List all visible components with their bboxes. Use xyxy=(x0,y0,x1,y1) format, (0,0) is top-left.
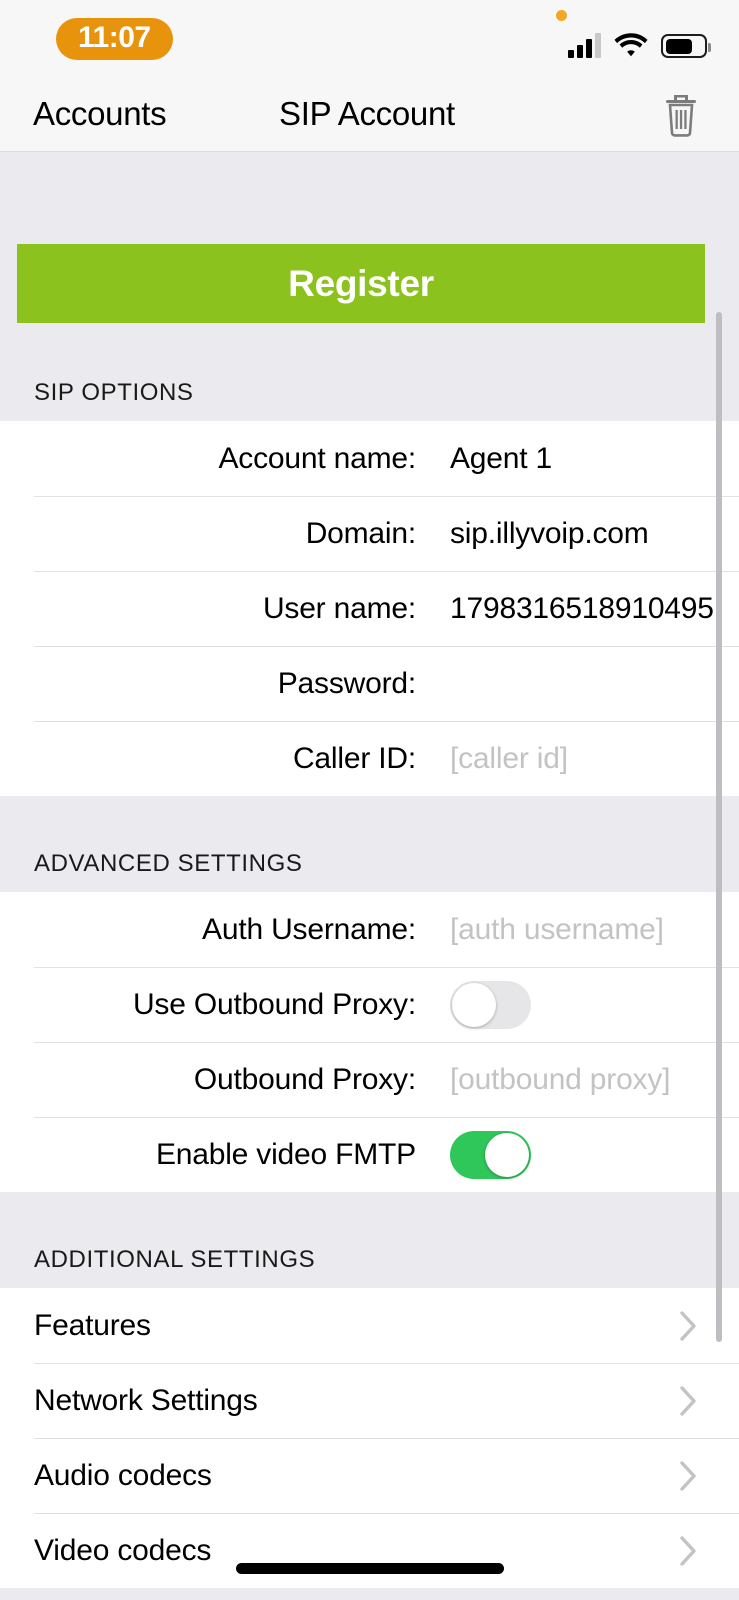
label-caller-id: Caller ID: xyxy=(292,741,416,775)
toggle-enable-video-fmtp[interactable] xyxy=(450,1130,531,1179)
home-indicator xyxy=(235,1563,504,1574)
row-domain[interactable]: Domain: sip.illyvoip.com xyxy=(0,496,739,571)
row-password[interactable]: Password: xyxy=(0,646,739,721)
label-password: Password: xyxy=(277,666,416,700)
status-icons xyxy=(568,14,711,58)
value-user-name[interactable]: 1798316518910495 xyxy=(416,592,739,626)
cellular-signal-icon xyxy=(568,32,601,58)
chevron-right-icon xyxy=(680,1535,697,1566)
label-outbound-proxy: Outbound Proxy: xyxy=(193,1062,416,1096)
register-button[interactable]: Register xyxy=(17,244,705,323)
label-domain: Domain: xyxy=(305,516,417,550)
label-enable-video-fmtp: Enable video FMTP xyxy=(155,1137,416,1171)
label-features: Features xyxy=(34,1308,151,1342)
label-user-name: User name: xyxy=(262,591,416,625)
label-video-codecs: Video codecs xyxy=(34,1533,212,1567)
status-bar: 11:07 xyxy=(0,0,739,76)
navigation-bar: Accounts SIP Account xyxy=(0,76,739,152)
toggle-use-outbound-proxy[interactable] xyxy=(450,980,531,1029)
row-user-name[interactable]: User name: 1798316518910495 xyxy=(0,571,739,646)
chevron-right-icon xyxy=(680,1385,697,1416)
label-account-name: Account name: xyxy=(218,441,416,475)
wifi-icon xyxy=(614,32,648,58)
chevron-right-icon xyxy=(680,1460,697,1491)
row-enable-video-fmtp[interactable]: Enable video FMTP xyxy=(0,1117,739,1192)
recording-indicator-dot xyxy=(556,10,567,21)
value-account-name[interactable]: Agent 1 xyxy=(416,442,739,476)
value-domain[interactable]: sip.illyvoip.com xyxy=(416,517,739,551)
value-caller-id[interactable]: [caller id] xyxy=(416,742,739,776)
row-account-name[interactable]: Account name: Agent 1 xyxy=(0,421,739,496)
section-header-advanced-settings: ADVANCED SETTINGS xyxy=(0,796,739,892)
label-use-outbound-proxy: Use Outbound Proxy: xyxy=(132,987,416,1021)
section-advanced-settings: Auth Username: [auth username] Use Outbo… xyxy=(0,892,739,1192)
label-auth-username: Auth Username: xyxy=(202,912,416,946)
row-network-settings[interactable]: Network Settings xyxy=(0,1363,739,1438)
register-section: Register xyxy=(0,152,739,323)
value-outbound-proxy[interactable]: [outbound proxy] xyxy=(416,1063,739,1097)
value-auth-username[interactable]: [auth username] xyxy=(416,913,739,947)
section-header-additional-settings: ADDITIONAL SETTINGS xyxy=(0,1192,739,1288)
label-network-settings: Network Settings xyxy=(34,1383,258,1417)
row-features[interactable]: Features xyxy=(0,1288,739,1363)
row-audio-codecs[interactable]: Audio codecs xyxy=(0,1438,739,1513)
status-time-pill: 11:07 xyxy=(56,18,173,60)
trash-icon[interactable] xyxy=(655,88,707,140)
section-sip-options: Account name: Agent 1 Domain: sip.illyvo… xyxy=(0,421,739,796)
section-header-sip-options: SIP OPTIONS xyxy=(0,323,739,421)
label-audio-codecs: Audio codecs xyxy=(34,1458,212,1492)
page-title: SIP Account xyxy=(279,94,455,132)
row-outbound-proxy[interactable]: Outbound Proxy: [outbound proxy] xyxy=(0,1042,739,1117)
section-additional-settings: Features Network Settings Audio codecs V… xyxy=(0,1288,739,1588)
back-button-accounts[interactable]: Accounts xyxy=(33,95,167,133)
row-auth-username[interactable]: Auth Username: [auth username] xyxy=(0,892,739,967)
row-caller-id[interactable]: Caller ID: [caller id] xyxy=(0,721,739,796)
chevron-right-icon xyxy=(680,1310,697,1341)
battery-icon xyxy=(661,34,711,58)
vertical-scrollbar[interactable] xyxy=(716,312,722,1342)
row-use-outbound-proxy[interactable]: Use Outbound Proxy: xyxy=(0,967,739,1042)
row-video-codecs[interactable]: Video codecs xyxy=(0,1513,739,1588)
settings-scroll-view[interactable]: Register SIP OPTIONS Account name: Agent… xyxy=(0,152,739,1600)
